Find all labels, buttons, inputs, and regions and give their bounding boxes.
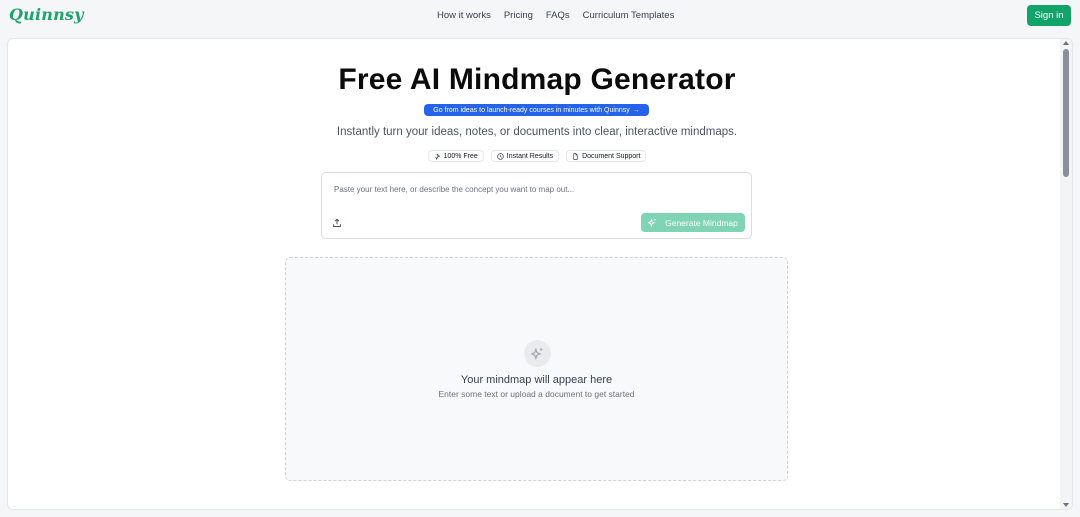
feature-badge-document: Document Support <box>566 150 647 162</box>
feature-label: Instant Results <box>506 152 554 160</box>
preview-title: Your mindmap will appear here <box>460 374 613 386</box>
scrollbar-thumb[interactable] <box>1063 49 1069 177</box>
main-nav: How it works Pricing FAQs Curriculum Tem… <box>437 10 687 21</box>
sparkles-icon <box>648 218 656 227</box>
promo-banner-link[interactable]: Go from ideas to launch-ready courses in… <box>424 104 649 116</box>
page-subtitle: Instantly turn your ideas, notes, or doc… <box>336 126 738 138</box>
mindmap-preview-area: Your mindmap will appear here Enter some… <box>285 257 788 481</box>
sparkles-icon <box>434 153 441 160</box>
concept-text-input[interactable] <box>334 185 734 203</box>
scroll-up-icon[interactable] <box>1063 41 1069 45</box>
quinnsy-logo[interactable]: Quinnsy <box>9 5 84 24</box>
main-card: Free AI Mindmap Generator Go from ideas … <box>7 38 1073 510</box>
upload-icon <box>333 218 341 227</box>
preview-icon-circle <box>524 340 551 367</box>
clock-icon <box>497 152 504 160</box>
upload-button[interactable] <box>332 218 342 228</box>
feature-label: 100% Free <box>443 152 478 160</box>
concept-input-box: Generate Mindmap <box>321 172 752 239</box>
nav-how-it-works[interactable]: How it works <box>437 10 491 21</box>
arrow-right-icon: → <box>632 106 640 114</box>
promo-text: Go from ideas to launch-ready courses in… <box>433 106 630 114</box>
document-icon <box>573 152 578 160</box>
sign-in-button[interactable]: Sign in <box>1027 5 1071 26</box>
feature-badges: 100% Free Instant Results Document Suppo… <box>8 150 1066 162</box>
feature-badge-free: 100% Free <box>427 150 484 162</box>
nav-curriculum-templates[interactable]: Curriculum Templates <box>583 10 675 21</box>
nav-faqs[interactable]: FAQs <box>546 10 570 21</box>
generate-label: Generate Mindmap <box>665 217 738 228</box>
nav-pricing[interactable]: Pricing <box>504 10 533 21</box>
sparkles-icon <box>531 347 543 360</box>
preview-subtitle: Enter some text or upload a document to … <box>438 389 635 399</box>
page-title: Free AI Mindmap Generator <box>338 63 736 96</box>
top-navigation-bar: Quinnsy How it works Pricing FAQs Curric… <box>0 0 1080 32</box>
scroll-down-icon[interactable] <box>1063 503 1069 507</box>
generate-mindmap-button[interactable]: Generate Mindmap <box>641 213 745 232</box>
feature-label: Document Support <box>582 152 641 160</box>
feature-badge-instant: Instant Results <box>490 150 560 162</box>
vertical-scrollbar[interactable] <box>1060 39 1072 509</box>
